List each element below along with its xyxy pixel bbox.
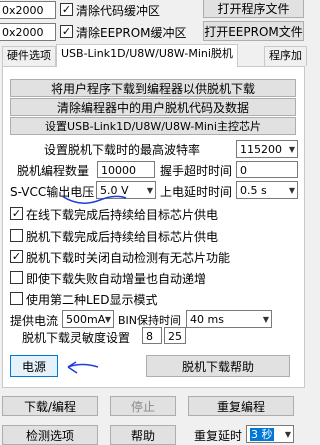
- stop-button[interactable]: 停止: [110, 396, 176, 416]
- supply-current-select[interactable]: 500mA ▼: [62, 310, 114, 328]
- chevron-down-icon: ▼: [262, 315, 269, 324]
- checkbox-disable-chip-detect-label: 脱机下载时关闭自动检测有无芯片功能: [26, 251, 231, 265]
- prog-count-input[interactable]: 10000: [97, 161, 155, 178]
- repeat-program-button[interactable]: 重复编程: [188, 396, 294, 416]
- max-baud-label: 设置脱机下载时的最高波特率: [44, 143, 201, 157]
- checkbox-online-keep-power-label: 在线下载完成后持续给目标芯片供电: [26, 208, 219, 222]
- checkbox-online-keep-power[interactable]: ✓: [10, 207, 23, 220]
- repeat-delay-value: 3 秒: [250, 428, 274, 441]
- power-button[interactable]: 电源: [10, 355, 58, 377]
- clear-user-code-button[interactable]: 清除编程器中的用户脱机代码及数据: [10, 98, 296, 116]
- bin-hold-label: BIN保持时间: [118, 314, 182, 327]
- chevron-down-icon: ▼: [146, 186, 153, 195]
- open-eeprom-file-button[interactable]: 打开EEPROM文件: [203, 21, 304, 41]
- max-baud-select[interactable]: 115200 ▼: [236, 140, 298, 158]
- clear-eeprom-buffer-label: 清除EEPROM缓冲区: [76, 26, 187, 40]
- sensitivity-input-a[interactable]: 8: [142, 327, 162, 344]
- supply-current-label: 提供电流: [10, 314, 59, 328]
- checkbox-auto-increment[interactable]: [10, 271, 23, 284]
- repeat-delay-label: 重复延时: [194, 429, 243, 443]
- clear-eeprom-buffer-checkbox[interactable]: ✓: [60, 25, 73, 38]
- checkbox-disable-chip-detect[interactable]: ✓: [10, 250, 23, 263]
- clear-code-buffer-label: 清除代码缓冲区: [76, 4, 161, 18]
- power-delay-value: 0.5 s: [240, 184, 267, 197]
- set-master-chip-button[interactable]: 设置USB-Link1D/U8W/U8W-Mini主控芯片: [10, 117, 296, 135]
- handshake-timeout-input[interactable]: 0: [236, 161, 298, 178]
- tab-hardware-options[interactable]: 硬件选项: [2, 46, 56, 66]
- download-program-button[interactable]: 下载/编程: [2, 396, 98, 416]
- sensitivity-label: 脱机下载灵敏度设置: [22, 331, 131, 345]
- repeat-delay-select[interactable]: 3 秒 ▼: [246, 425, 294, 443]
- bin-hold-select[interactable]: 40 ms ▼: [186, 310, 272, 328]
- checkbox-auto-increment-label: 即使下载失败自动增量也自动递增: [26, 272, 207, 286]
- checkbox-led-mode-2-label: 使用第二种LED显示模式: [26, 293, 158, 307]
- annotation-arrow: [67, 361, 99, 374]
- chevron-down-icon: ▼: [284, 430, 291, 439]
- help-button[interactable]: 帮助: [110, 425, 176, 445]
- offline-download-help-button[interactable]: 脱机下载帮助: [146, 355, 290, 377]
- download-user-program-button[interactable]: 将用户程序下载到编程器以供脱机下载: [10, 79, 296, 97]
- clear-code-buffer-checkbox[interactable]: ✓: [60, 3, 73, 16]
- supply-current-value: 500mA: [66, 313, 106, 326]
- checkbox-offline-keep-power[interactable]: [10, 229, 23, 242]
- baud-field-1[interactable]: 0x2000: [0, 1, 56, 19]
- chevron-down-icon: ▼: [104, 315, 111, 324]
- handshake-timeout-label: 握手超时时间: [160, 164, 233, 178]
- power-delay-label: 上电延时时间: [160, 185, 233, 199]
- baud-field-2[interactable]: 0x2000: [0, 23, 56, 41]
- tab-usb-link-offline[interactable]: USB-Link1D/U8W/U8W-Mini脱机: [56, 44, 238, 67]
- max-baud-value: 115200: [240, 143, 282, 156]
- sensitivity-input-b[interactable]: 25: [164, 327, 186, 344]
- chevron-down-icon: ▼: [288, 186, 295, 195]
- open-program-file-button[interactable]: 打开程序文件: [203, 0, 304, 18]
- bin-hold-value: 40 ms: [190, 313, 224, 326]
- chevron-down-icon: ▼: [288, 145, 295, 154]
- tab-program-encrypt[interactable]: 程序加: [264, 46, 307, 66]
- prog-count-label: 脱机编程数量: [17, 164, 90, 178]
- power-delay-select[interactable]: 0.5 s ▼: [236, 181, 298, 199]
- detect-options-button[interactable]: 检测选项: [2, 425, 98, 445]
- checkbox-offline-keep-power-label: 脱机下载完成后持续给目标芯片供电: [26, 230, 219, 244]
- checkbox-led-mode-2[interactable]: [10, 292, 23, 305]
